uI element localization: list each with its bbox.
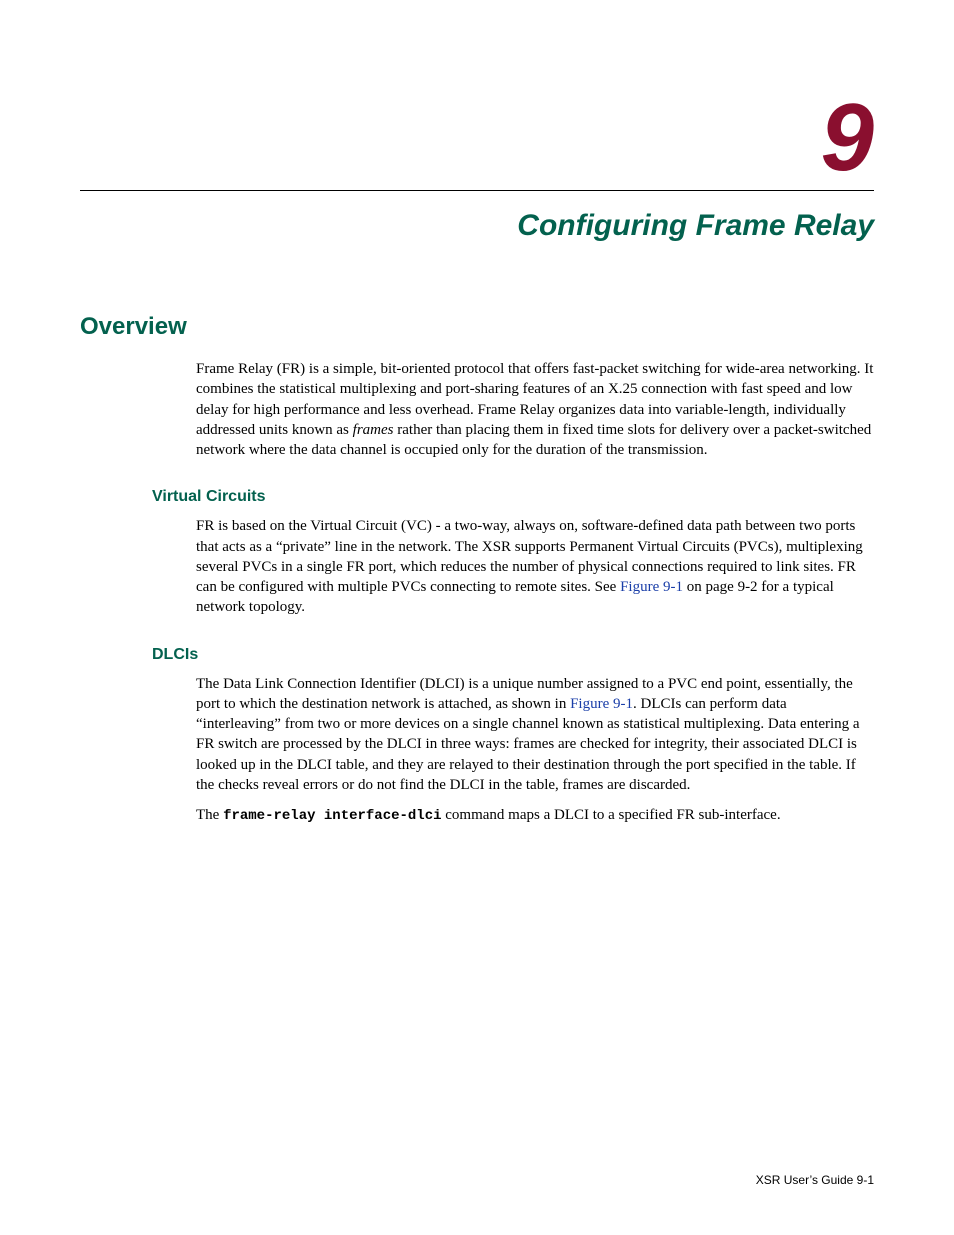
- chapter-number: 9: [80, 90, 874, 186]
- text: The: [196, 807, 223, 823]
- page-footer: XSR User’s Guide 9-1: [756, 1173, 874, 1187]
- heading-dlcis: DLCIs: [152, 646, 874, 664]
- heading-virtual-circuits: Virtual Circuits: [152, 488, 874, 506]
- heading-overview: Overview: [80, 313, 874, 341]
- chapter-rule: [80, 190, 874, 191]
- dlcis-paragraph-1: The Data Link Connection Identifier (DLC…: [196, 674, 874, 796]
- text: command maps a DLCI to a specified FR su…: [442, 807, 781, 823]
- link-figure-9-1[interactable]: Figure 9-1: [570, 696, 633, 712]
- overview-paragraph: Frame Relay (FR) is a simple, bit-orient…: [196, 359, 874, 460]
- link-figure-9-1[interactable]: Figure 9-1: [620, 579, 683, 595]
- em-frames: frames: [353, 422, 394, 438]
- chapter-title: Configuring Frame Relay: [80, 209, 874, 243]
- vc-paragraph: FR is based on the Virtual Circuit (VC) …: [196, 516, 874, 617]
- code-frame-relay: frame-relay interface-dlci: [223, 808, 441, 824]
- dlcis-paragraph-2: The frame-relay interface-dlci command m…: [196, 805, 874, 826]
